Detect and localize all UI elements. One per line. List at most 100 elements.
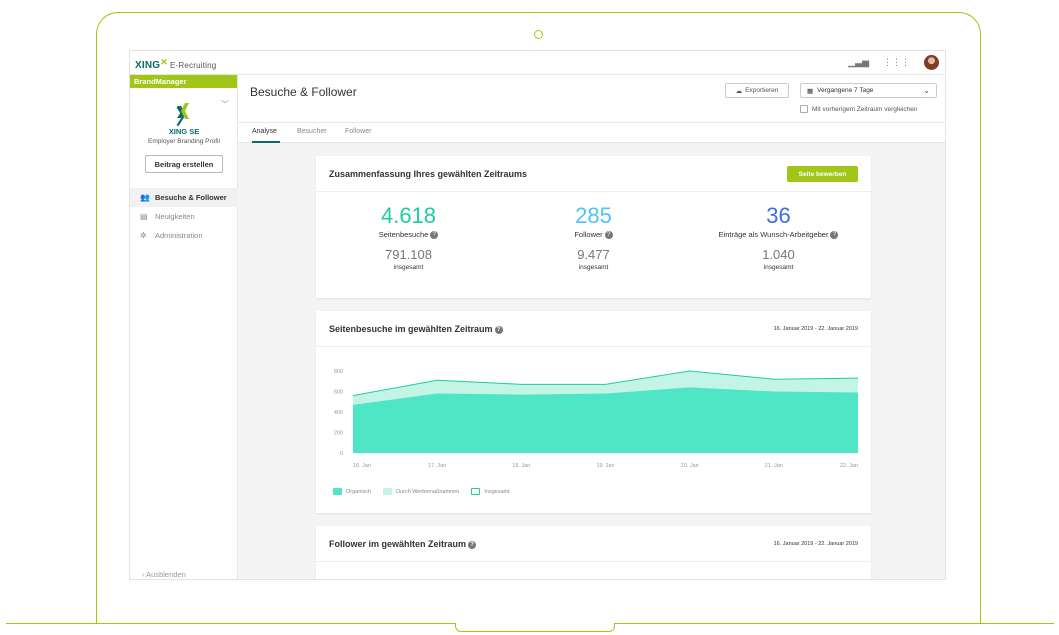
legend-item-ads[interactable]: Durch Werbemaßnahmen <box>383 488 459 495</box>
topbar: XING✕ E-Recruiting ▁▃▅ ⋮⋮⋮ <box>130 51 945 75</box>
tab-bar: Analyse Besucher Follower <box>238 123 945 143</box>
legend-label: Organisch <box>346 488 372 495</box>
metric-value: 36 <box>766 203 791 228</box>
xing-logo[interactable]: XING✕ E-Recruiting <box>135 57 216 71</box>
collapse-label: Ausblenden <box>146 570 186 579</box>
metric-total: 791.108 <box>385 247 432 263</box>
date-range: 16. Januar 2019 - 22. Januar 2019 <box>773 541 858 547</box>
tab-besucher[interactable]: Besucher <box>297 128 327 135</box>
x-tick-label: 19. Jan <box>596 463 614 469</box>
create-post-button[interactable]: Beitrag erstellen <box>145 155 223 173</box>
screen: XING✕E-Recruiting ▁▃▅ ⋮⋮⋮ BrandManager 〉… <box>129 50 946 580</box>
tab-analyse[interactable]: Analyse <box>252 128 277 135</box>
legend-swatch <box>471 488 481 495</box>
y-tick-label: 800 <box>334 369 343 375</box>
compare-checkbox[interactable]: Mit vorherigem Zeitraum vergleichen <box>800 105 917 113</box>
sidebar-nav: 👥 Besuche & Follower ▤ Neuigkeiten ✲ Admini… <box>130 188 238 245</box>
x-tick-label: 16. Jan <box>353 463 371 469</box>
brandmanager-label: BrandManager <box>130 75 237 88</box>
apps-grid-icon[interactable]: ⋮⋮⋮ <box>883 57 910 68</box>
xing-x-icon <box>177 103 189 119</box>
active-tab-indicator <box>252 141 280 143</box>
x-tick-label: 17. Jan <box>428 463 446 469</box>
x-tick-label: 20. Jan <box>681 463 699 469</box>
sidebar-item-neuigkeiten[interactable]: ▤ Neuigkeiten <box>130 207 238 226</box>
export-label: Exportieren <box>745 87 779 94</box>
legend-swatch <box>383 488 393 495</box>
chart-title-text: Seitenbesuche im gewählten Zeitraum <box>329 324 493 334</box>
organic-area <box>353 387 858 453</box>
legend-label: Durch Werbemaßnahmen <box>396 488 460 495</box>
help-icon[interactable]: ? <box>830 231 839 240</box>
date-range: 16. Januar 2019 - 22. Januar 2019 <box>773 326 858 332</box>
sidebar: BrandManager 〉 ﹀ XING SE Employer Brandi… <box>130 75 238 579</box>
collapse-sidebar-button[interactable]: ‹ Ausblenden <box>142 570 186 579</box>
followers-chart-title: Follower im gewählten Zeitraum? <box>329 539 477 549</box>
export-button[interactable]: ☁ Exportieren <box>725 83 789 98</box>
sidebar-item-administration[interactable]: ✲ Administration <box>130 226 238 245</box>
metric-total-label: insgesamt <box>763 264 794 272</box>
summary-title: Zusammenfassung Ihres gewählten Zeitraum… <box>329 169 528 179</box>
metric-value: 4.618 <box>380 203 437 228</box>
metric-label: Follower <box>574 230 603 239</box>
compare-label: Mit vorherigem Zeitraum vergleichen <box>812 105 918 113</box>
metric-total: 1.040 <box>762 247 795 263</box>
chevron-down-icon[interactable]: ﹀ <box>221 99 229 110</box>
metric-label: Einträge als Wunsch-Arbeitgeber <box>718 230 829 239</box>
help-icon[interactable]: ? <box>494 325 503 334</box>
visits-area-chart: 0 200 400 600 800 16. Jan 17. Jan 18. Jan 19. Ja… <box>334 369 859 469</box>
people-icon: 👥 <box>140 193 150 202</box>
company-name: XING SE <box>168 127 200 136</box>
followers-chart-card: Follower im gewählten Zeitraum? 16. Janu… <box>316 526 871 579</box>
summary-card: Zusammenfassung Ihres gewählten Zeitraum… <box>316 156 871 298</box>
metric-label: Seitenbesuche <box>378 230 429 239</box>
product-name: E-Recruiting <box>170 61 217 70</box>
tab-follower[interactable]: Follower <box>345 128 371 135</box>
x-tick-label: 21. Jan <box>765 463 783 469</box>
profile-type: Employer Branding Profil <box>148 138 220 145</box>
news-icon: ▤ <box>140 212 148 221</box>
page-title: Besuche & Follower <box>250 85 357 99</box>
sidebar-item-label: Administration <box>155 231 203 240</box>
metric-total-label: insgesamt <box>578 264 609 272</box>
x-tick-label: 22. Jan <box>840 463 858 469</box>
brand-mark-icon: ✕ <box>160 57 168 67</box>
metric-value: 285 <box>575 203 612 228</box>
y-tick-label: 0 <box>340 451 343 457</box>
metric-total-label: insgesamt <box>393 264 424 272</box>
sidebar-item-besuche-follower[interactable]: 👥 Besuche & Follower <box>130 188 238 207</box>
brand-name: XING <box>135 60 161 71</box>
chevron-down-icon: ⌄ <box>923 86 930 95</box>
metric-visits: 4.618 Seitenbesuche? 791.108 insgesamt <box>316 204 501 271</box>
legend-swatch <box>333 488 342 495</box>
gear-icon: ✲ <box>140 231 147 240</box>
legend-item-organic[interactable]: Organisch <box>333 488 371 495</box>
period-value: Vergangene 7 Tage <box>817 87 874 94</box>
sidebar-item-label: Neuigkeiten <box>155 212 195 221</box>
avatar[interactable] <box>924 55 939 70</box>
help-icon[interactable]: ? <box>468 540 477 549</box>
help-icon[interactable]: ? <box>430 231 439 240</box>
y-tick-label: 400 <box>334 410 343 416</box>
chart-legend: Organisch Durch Werbemaßnahmen Insgesamt <box>333 488 510 495</box>
visits-chart-card: Seitenbesuche im gewählten Zeitraum? 16.… <box>316 311 871 513</box>
metric-total: 9.477 <box>577 247 610 263</box>
metric-followers: 285 Follower? 9.477 insgesamt <box>501 204 686 271</box>
y-tick-label: 200 <box>334 431 343 437</box>
promote-page-button[interactable]: Seite bewerben <box>787 166 858 182</box>
legend-item-total[interactable]: Insgesamt <box>471 488 510 495</box>
cloud-icon: ☁ <box>735 87 743 95</box>
sidebar-item-label: Besuche & Follower <box>155 193 227 202</box>
visits-chart-title: Seitenbesuche im gewählten Zeitraum? <box>329 324 503 334</box>
help-icon[interactable]: ? <box>604 231 613 240</box>
bar-chart-icon[interactable]: ▁▃▅ <box>848 57 869 68</box>
x-tick-label: 18. Jan <box>512 463 530 469</box>
metric-employer-wishes: 36 Einträge als Wunsch-Arbeitgeber? 1.04… <box>686 204 871 271</box>
laptop-notch <box>455 623 615 632</box>
checkbox[interactable] <box>800 105 808 113</box>
chart-title-text: Follower im gewählten Zeitraum <box>329 539 467 549</box>
camera-icon <box>534 30 543 39</box>
period-select[interactable]: ▦ Vergangene 7 Tage ⌄ <box>800 83 937 98</box>
page-header: Besuche & Follower ☁ Exportieren ▦ Vergang… <box>238 75 945 123</box>
calendar-icon: ▦ <box>807 87 814 95</box>
